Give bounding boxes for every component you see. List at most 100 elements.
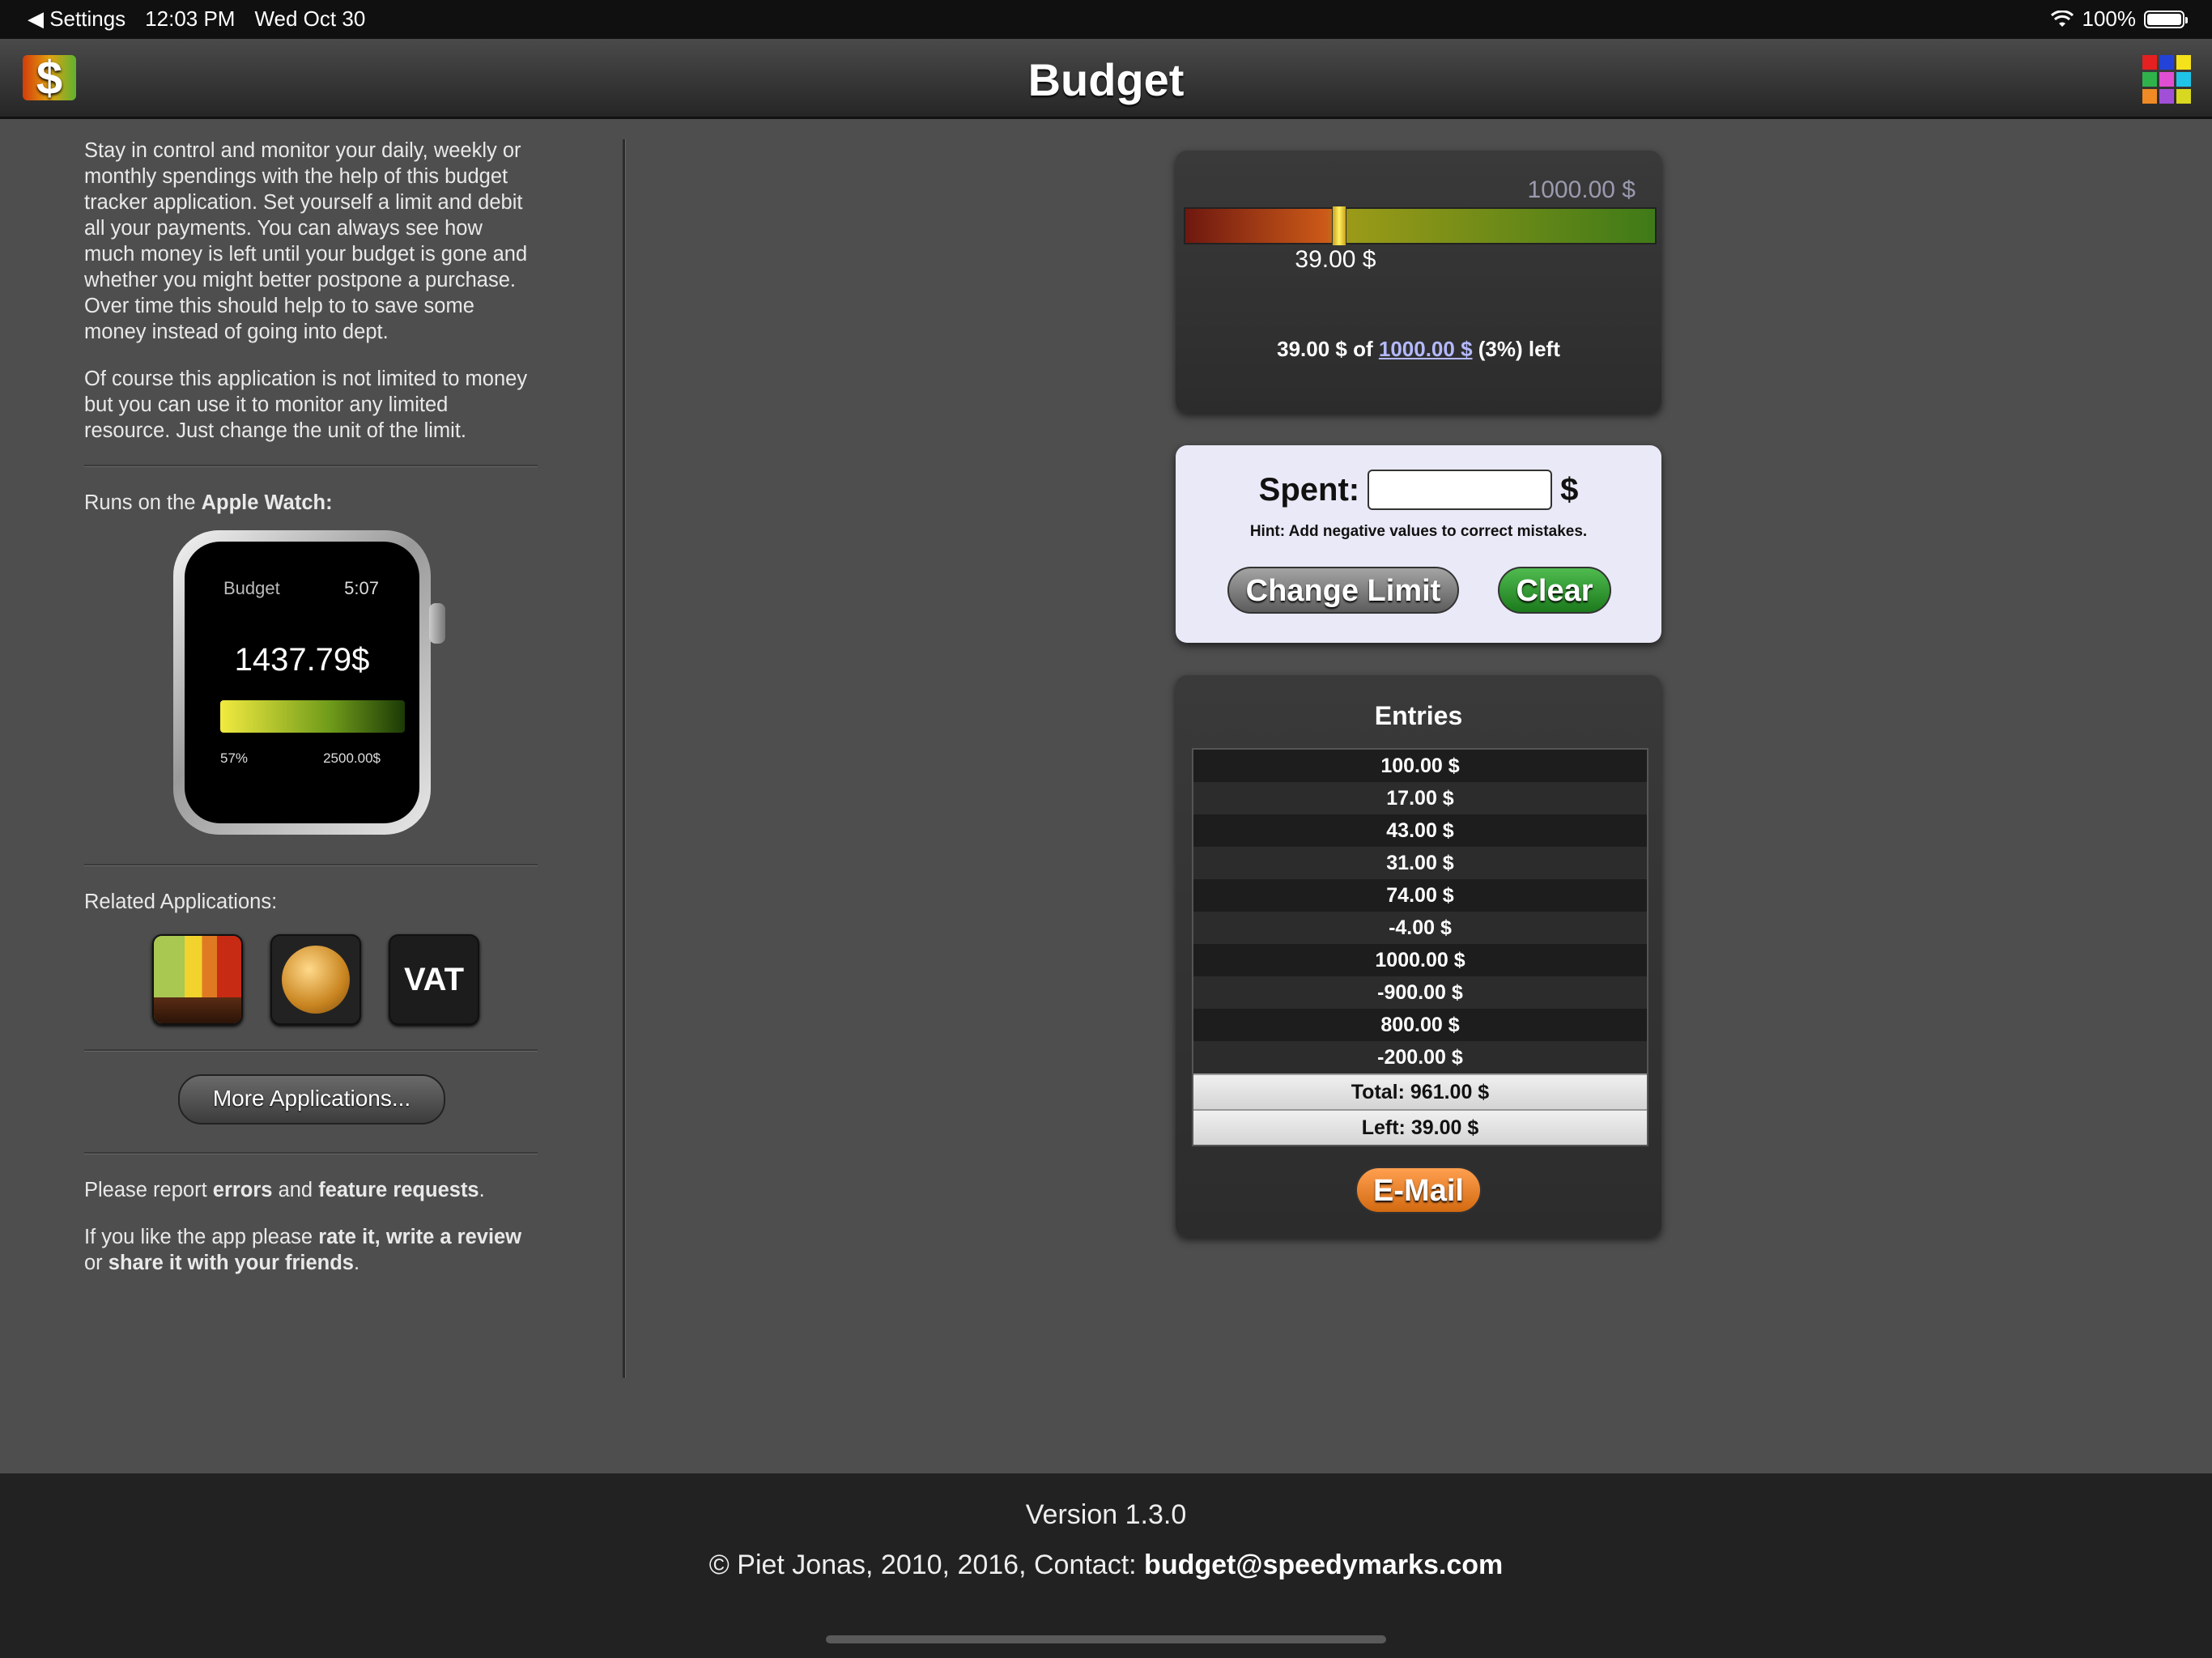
entry-row[interactable]: -900.00 $ xyxy=(1193,976,1647,1009)
watch-progress-bar xyxy=(220,700,405,733)
status-bar: ◀ Settings 12:03 PM Wed Oct 30 100% xyxy=(0,0,2212,39)
entry-row[interactable]: -4.00 $ xyxy=(1193,912,1647,944)
status-left: ◀ Settings 12:03 PM Wed Oct 30 xyxy=(28,6,385,32)
spent-label: Spent: xyxy=(1258,471,1360,508)
coin-icon[interactable] xyxy=(270,934,361,1025)
status-time: 12:03 PM xyxy=(145,6,236,31)
watch-limit: 2500.00$ xyxy=(323,750,381,766)
watch-percent: 57% xyxy=(220,750,249,766)
entry-row[interactable]: 1000.00 $ xyxy=(1193,944,1647,976)
spent-input[interactable] xyxy=(1368,470,1553,510)
entries-list: 100.00 $17.00 $43.00 $31.00 $74.00 $ -4.0… xyxy=(1193,750,1647,1073)
entries-panel: Entries 100.00 $17.00 $43.00 $31.00 $74.… xyxy=(1176,675,1661,1237)
entry-row[interactable]: 17.00 $ xyxy=(1193,782,1647,814)
budget-bars-icon[interactable] xyxy=(152,934,243,1025)
battery-percent: 100% xyxy=(2082,6,2137,31)
share-link[interactable]: share it with your friends xyxy=(108,1252,354,1274)
coin-glyph xyxy=(282,946,350,1014)
contact-email-link[interactable]: budget@speedymarks.com xyxy=(1144,1550,1503,1580)
budget-meter-bar xyxy=(1184,207,1657,244)
watch-time: 5:07 xyxy=(344,578,379,598)
entry-row[interactable]: -200.00 $ xyxy=(1193,1041,1647,1073)
apps-grid-icon[interactable] xyxy=(2142,55,2191,104)
report-and: and xyxy=(272,1179,319,1201)
report-suffix: . xyxy=(479,1179,485,1201)
rate-prefix: If you like the app please xyxy=(84,1226,319,1248)
watch-crown xyxy=(429,603,445,644)
copyright-text: © Piet Jonas, 2010, 2016, Contact: budge… xyxy=(0,1550,2212,1581)
vertical-divider xyxy=(623,139,625,1378)
grid-cell xyxy=(2142,55,2157,70)
page-title: Budget xyxy=(1027,54,1185,105)
spent-row: Spent: $ xyxy=(1176,470,1661,510)
entries-left: Left: 39.00 $ xyxy=(1193,1109,1647,1145)
watch-title: Budget xyxy=(223,578,280,598)
summary-prefix: 39.00 $ of xyxy=(1277,337,1379,361)
hint-text: Hint: Add negative values to correct mis… xyxy=(1249,523,1588,540)
grid-cell xyxy=(2176,55,2191,70)
grid-cell xyxy=(2142,89,2157,104)
summary-suffix: (3%) left xyxy=(1472,337,1560,361)
watch-caption: Runs on the Apple Watch: xyxy=(84,490,538,516)
entry-row[interactable]: 800.00 $ xyxy=(1193,1009,1647,1041)
budget-summary: 39.00 $ of 1000.00 $ (3%) left xyxy=(1176,337,1661,362)
more-applications-button[interactable]: More Applications... xyxy=(178,1074,445,1124)
grid-cell xyxy=(2159,89,2174,104)
entries-title: Entries xyxy=(1374,701,1463,730)
remaining-value: 39.00 $ xyxy=(1295,246,1376,273)
sidebar-divider xyxy=(84,1152,538,1154)
watch-caption-prefix: Runs on the xyxy=(84,491,202,514)
copyright-prefix: © Piet Jonas, 2010, 2016, Contact: xyxy=(708,1550,1145,1580)
wifi-icon xyxy=(2050,10,2074,27)
entries-total: Total: 961.00 $ xyxy=(1193,1073,1647,1109)
report-features-link[interactable]: feature requests xyxy=(318,1179,479,1201)
related-apps-label: Related Applications: xyxy=(84,891,278,913)
intro-paragraph-1: Stay in control and monitor your daily, … xyxy=(84,139,528,343)
email-button[interactable]: E-Mail xyxy=(1355,1167,1482,1214)
grid-cell xyxy=(2159,55,2174,70)
sidebar-divider xyxy=(84,864,538,866)
battery-icon xyxy=(2144,10,2188,28)
home-indicator[interactable] xyxy=(826,1635,1386,1643)
grid-cell xyxy=(2176,72,2191,87)
rate-suffix: . xyxy=(354,1252,360,1274)
intro-paragraph-2: Of course this application is not limite… xyxy=(84,368,528,442)
related-apps: VAT xyxy=(152,934,538,1025)
spent-form-panel: Spent: $ Hint: Add negative values to co… xyxy=(1176,445,1661,643)
grid-cell xyxy=(2159,72,2174,87)
report-errors-link[interactable]: errors xyxy=(213,1179,273,1201)
spent-unit: $ xyxy=(1560,471,1579,508)
nav-bar: $ Budget xyxy=(0,39,2212,119)
vat-app-icon[interactable]: VAT xyxy=(389,934,479,1025)
watch-screen: Budget 5:07 1437.79$ 57% 2500.00$ xyxy=(185,542,419,823)
limit-value: 1000.00 $ xyxy=(1527,176,1636,203)
budget-meter-panel: 1000.00 $ 39.00 $ 39.00 $ of 1000.00 $ (… xyxy=(1176,151,1661,413)
version-text: Version 1.3.0 xyxy=(1025,1499,1187,1530)
status-right: 100% xyxy=(2050,6,2188,32)
status-date: Wed Oct 30 xyxy=(254,6,366,31)
sidebar-divider xyxy=(84,1049,538,1052)
grid-cell xyxy=(2142,72,2157,87)
entry-row[interactable]: 31.00 $ xyxy=(1193,847,1647,879)
entry-row[interactable]: 74.00 $ xyxy=(1193,879,1647,912)
rate-review-link[interactable]: rate it, write a review xyxy=(318,1226,521,1248)
sidebar-divider xyxy=(84,465,538,467)
rate-paragraph: If you like the app please rate it, writ… xyxy=(84,1224,538,1276)
apple-watch-preview: Budget 5:07 1437.79$ 57% 2500.00$ xyxy=(173,530,445,846)
budget-meter-marker xyxy=(1332,206,1347,246)
entries-table: 100.00 $17.00 $43.00 $31.00 $74.00 $ -4.0… xyxy=(1192,748,1648,1146)
change-limit-button[interactable]: Change Limit xyxy=(1227,567,1459,614)
sidebar: Stay in control and monitor your daily, … xyxy=(84,138,538,1297)
back-to-settings-link[interactable]: ◀ Settings xyxy=(28,6,125,32)
report-prefix: Please report xyxy=(84,1179,213,1201)
footer: Version 1.3.0 © Piet Jonas, 2010, 2016, … xyxy=(0,1473,2212,1658)
report-paragraph: Please report errors and feature request… xyxy=(84,1177,538,1203)
limit-link[interactable]: 1000.00 $ xyxy=(1379,337,1473,361)
clear-button[interactable]: Clear xyxy=(1498,567,1611,614)
entry-row[interactable]: 100.00 $ xyxy=(1193,750,1647,782)
entry-row[interactable]: 43.00 $ xyxy=(1193,814,1647,847)
watch-amount: 1437.79$ xyxy=(234,642,370,678)
rate-mid: or xyxy=(84,1252,108,1274)
watch-caption-bold: Apple Watch: xyxy=(201,491,333,514)
grid-cell xyxy=(2176,89,2191,104)
